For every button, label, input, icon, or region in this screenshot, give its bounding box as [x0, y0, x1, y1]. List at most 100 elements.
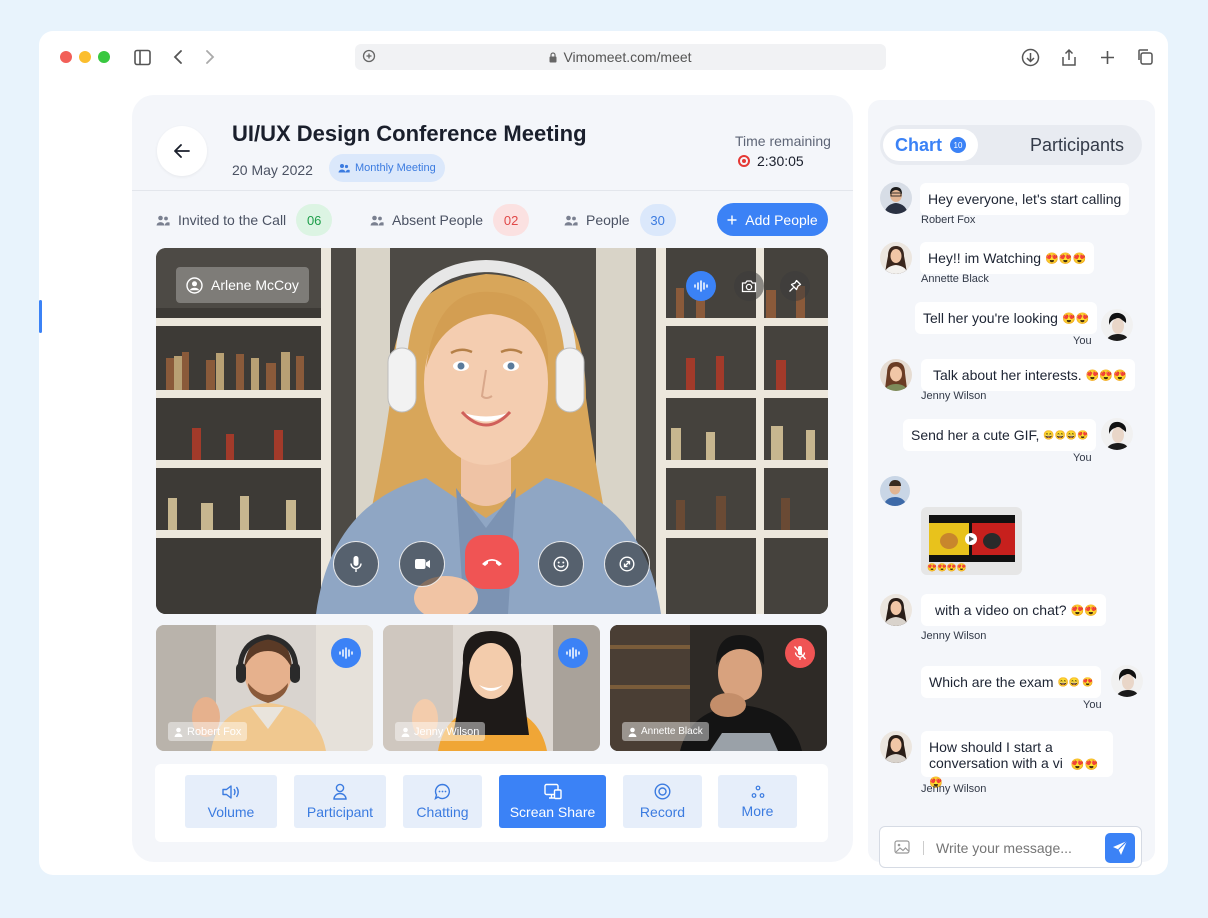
meeting-tag[interactable]: Monthly Meeting [329, 154, 445, 182]
main-video-name: Arlene McCoy [211, 277, 299, 293]
back-button[interactable] [157, 126, 207, 176]
thumb-speaking-indicator [558, 638, 588, 668]
user-icon [333, 783, 347, 800]
gif-emoji: 😍😍😍😍 [927, 563, 967, 572]
mic-off-icon [793, 646, 807, 660]
gif-thumbnail [929, 515, 1015, 562]
image-attach-icon[interactable] [894, 840, 910, 854]
avatar [1111, 665, 1143, 697]
audio-wave-icon [566, 647, 580, 659]
maximize-window-dot[interactable] [98, 51, 110, 63]
chat-message-text: How should I start a [929, 739, 1053, 755]
chat-author: Robert Fox [921, 214, 976, 226]
thumb-name: Jenny Wilson [414, 725, 480, 738]
end-call-button[interactable] [465, 535, 519, 589]
chat-emoji: 😍😍😍 [1085, 369, 1127, 382]
meeting-title: UI/UX Design Conference Meeting [232, 121, 587, 146]
hang-up-icon [482, 559, 502, 566]
chat-message-text: Hey everyone, let's start calling [928, 191, 1122, 207]
chat-emoji: 😄😄 😍 [1057, 676, 1094, 687]
close-window-dot[interactable] [60, 51, 72, 63]
send-button[interactable] [1105, 833, 1135, 863]
chat-panel: Chart 10 Participants Hey everyone, let'… [868, 100, 1155, 868]
chat-message: Tell her you're looking 😍😍 [915, 302, 1098, 334]
reaction-button[interactable] [538, 541, 584, 587]
screen-share-button[interactable]: Screan Share [499, 775, 606, 828]
fullscreen-button[interactable] [604, 541, 650, 587]
mic-button[interactable] [333, 541, 379, 587]
chat-author: Jenny Wilson [921, 630, 987, 642]
volume-button[interactable]: Volume [185, 775, 277, 828]
add-people-label: Add People [745, 211, 818, 228]
time-remaining-label: Time remaining [735, 133, 831, 149]
user-icon [401, 727, 410, 737]
record-icon [654, 783, 671, 800]
record-button[interactable]: Record [623, 775, 702, 828]
camera-icon [741, 280, 757, 293]
tab-participants[interactable]: Participants [1030, 135, 1124, 156]
pin-icon [789, 279, 802, 292]
thumb-name-tag: Annette Black [622, 722, 709, 741]
chat-message-text: Hey!! im Watching [928, 250, 1042, 266]
avatar [880, 731, 912, 763]
chat-message-text: Send her a cute GIF, [911, 427, 1040, 443]
volume-label: Volume [207, 803, 255, 820]
speaking-indicator [686, 271, 716, 301]
participant-video-robert[interactable]: Robert Fox [156, 625, 373, 751]
lock-icon [549, 51, 557, 63]
chatting-button[interactable]: Chatting [403, 775, 482, 828]
stat-people: People 30 [564, 204, 676, 236]
forward-nav-icon[interactable] [200, 47, 220, 67]
minimize-window-dot[interactable] [79, 51, 91, 63]
tabs-overview-icon[interactable] [1135, 47, 1155, 67]
avatar [880, 359, 912, 391]
sidebar-toggle-icon[interactable] [132, 47, 152, 67]
avatar [880, 242, 912, 274]
chat-author: Annette Black [921, 273, 989, 285]
chat-tabs: Chart 10 Participants [880, 125, 1142, 165]
pin-video-button[interactable] [780, 271, 810, 301]
camera-button[interactable] [399, 541, 445, 587]
main-video[interactable]: Arlene McCoy [156, 248, 828, 614]
tab-chart[interactable]: Chart 10 [883, 129, 978, 161]
chat-author: You [1083, 699, 1102, 711]
address-bar[interactable]: Vimomeet.com/meet [355, 44, 886, 70]
composer-divider [923, 841, 924, 855]
meeting-panel: UI/UX Design Conference Meeting 20 May 2… [132, 95, 853, 862]
avatar [1101, 418, 1133, 450]
chat-emoji: 😍😍 [1061, 312, 1090, 325]
user-icon [628, 727, 637, 737]
audio-wave-icon [339, 647, 353, 659]
download-icon[interactable] [1020, 47, 1040, 67]
audio-wave-icon [694, 280, 708, 292]
add-people-button[interactable]: Add People [717, 203, 828, 236]
participant-video-annette[interactable]: Annette Black [610, 625, 827, 751]
thumb-speaking-indicator [331, 638, 361, 668]
user-icon [174, 727, 183, 737]
more-label: More [741, 802, 774, 819]
chatting-label: Chatting [416, 804, 469, 820]
participant-button[interactable]: Participant [294, 775, 386, 828]
tab-chart-label: Chart [894, 134, 942, 155]
chat-message: with a video on chat? 😍😍 [921, 594, 1106, 626]
back-nav-icon[interactable] [168, 47, 188, 67]
new-tab-icon[interactable] [1097, 47, 1117, 67]
thumb-muted-indicator [785, 638, 815, 668]
chat-message: Talk about her interests. 😍😍😍 [921, 359, 1135, 391]
message-input[interactable] [936, 838, 1096, 858]
chat-emoji: 😄😄😄😍 [1043, 429, 1089, 440]
video-camera-icon [414, 559, 430, 569]
share-icon[interactable] [1059, 47, 1079, 67]
participant-video-jenny[interactable]: Jenny Wilson [383, 625, 600, 751]
time-remaining-value: 2:30:05 [757, 153, 804, 169]
chat-message: Hey!! im Watching 😍😍😍 [920, 242, 1095, 274]
message-composer [879, 826, 1142, 868]
thumb-name-tag: Robert Fox [168, 722, 248, 741]
gif-message[interactable]: 😍😍😍😍 [921, 507, 1022, 575]
screenshot-button[interactable] [734, 271, 764, 301]
recording-indicator-icon [738, 155, 750, 167]
arrow-left-icon [174, 144, 190, 158]
avatar [880, 182, 912, 214]
more-button[interactable]: More [718, 775, 797, 828]
people-icon [338, 164, 350, 173]
